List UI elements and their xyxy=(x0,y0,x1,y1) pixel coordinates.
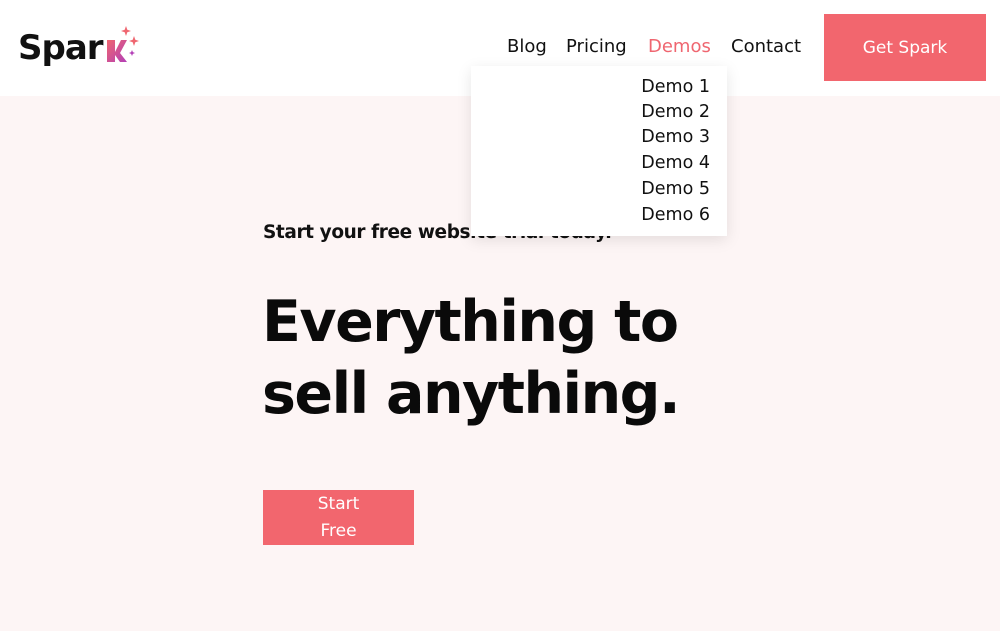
dropdown-item-demo-5[interactable]: Demo 5 xyxy=(641,178,710,200)
logo-k-mark-icon xyxy=(105,22,141,74)
get-spark-button[interactable]: Get Spark xyxy=(824,14,986,81)
start-free-button[interactable]: Start Free xyxy=(263,490,414,545)
dropdown-item-demo-1[interactable]: Demo 1 xyxy=(641,76,710,98)
nav-contact[interactable]: Contact xyxy=(731,34,801,60)
dropdown-item-demo-6[interactable]: Demo 6 xyxy=(641,204,710,226)
nav-pricing[interactable]: Pricing xyxy=(566,34,627,60)
demos-dropdown-menu: Demo 1 Demo 2 Demo 3 Demo 4 Demo 5 Demo … xyxy=(471,66,727,236)
dropdown-item-demo-2[interactable]: Demo 2 xyxy=(641,101,710,123)
spark-logo[interactable]: Spar xyxy=(18,22,141,74)
dropdown-item-demo-4[interactable]: Demo 4 xyxy=(641,152,710,174)
start-free-button-label: Start Free xyxy=(317,494,360,541)
hero-headline: Everything to sell anything. xyxy=(262,286,782,430)
nav-demos[interactable]: Demos xyxy=(648,34,711,60)
logo-wordmark: Spar xyxy=(18,28,104,68)
dropdown-item-demo-3[interactable]: Demo 3 xyxy=(641,126,710,148)
hero-headline-line-2: sell anything. xyxy=(262,361,681,427)
hero-headline-line-1: Everything to xyxy=(262,289,679,355)
nav-blog[interactable]: Blog xyxy=(507,34,547,60)
